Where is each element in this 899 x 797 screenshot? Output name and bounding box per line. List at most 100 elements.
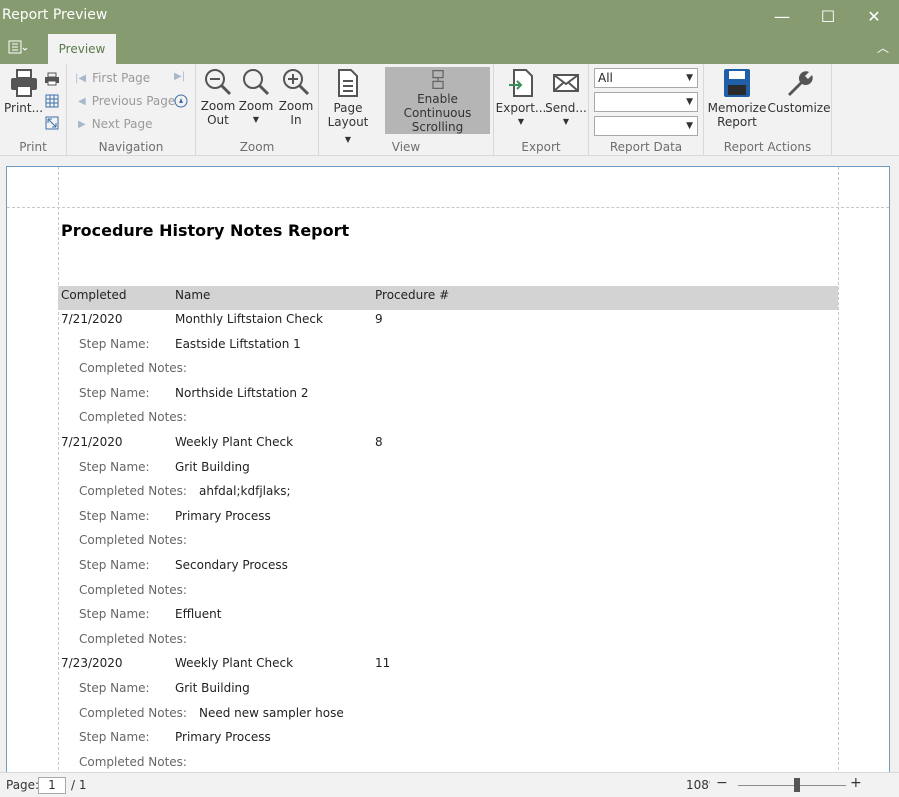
printer-icon: [10, 69, 37, 97]
next-page-icon: ▶: [78, 118, 86, 130]
group-label-print: Print: [19, 140, 47, 154]
report-data-select-3[interactable]: ▼: [594, 116, 698, 136]
quick-print-icon[interactable]: [44, 72, 60, 86]
wrench-icon: [788, 71, 813, 96]
envelope-icon: [553, 74, 579, 92]
group-export: Export... ▼ Send... ▼ Export: [494, 64, 589, 156]
window-title: Report Preview: [2, 7, 108, 23]
zoom-out-icon: [205, 69, 232, 96]
ribbon-tab-strip: Preview ︿: [0, 32, 899, 64]
zoom-percent: 108%: [686, 778, 710, 792]
group-report-data: All ▼ ▼ ▼ Report Data: [589, 64, 704, 156]
completed-notes-label: Completed Notes:: [79, 484, 187, 499]
record-procedure-number: 11: [375, 656, 391, 671]
zoom-in-button[interactable]: Zoom In: [278, 68, 314, 127]
go-to-page-icon[interactable]: [174, 94, 188, 108]
first-page-button[interactable]: |◀ First Page: [75, 71, 150, 85]
group-label-view: View: [391, 140, 421, 154]
group-label-report-data: Report Data: [609, 140, 683, 154]
group-zoom: Zoom Out Zoom ▼ Zoom In Zoom: [196, 64, 319, 156]
group-label-report-actions: Report Actions: [723, 140, 812, 154]
step-name-label: Step Name:: [79, 385, 150, 400]
zoom-in-icon: [283, 69, 310, 96]
page-setup-icon[interactable]: [45, 94, 59, 108]
record-date: 7/23/2020: [61, 656, 123, 671]
export-button[interactable]: Export... ▼: [496, 68, 546, 129]
step-name-value: Secondary Process: [175, 558, 288, 572]
previous-page-button[interactable]: ◀ Previous Page: [78, 94, 175, 108]
minimize-icon: —: [774, 6, 790, 26]
close-icon: ✕: [867, 6, 881, 26]
export-icon: [509, 69, 533, 97]
step-name-value: Primary Process: [175, 508, 271, 523]
group-navigation: |◀ First Page ◀ Previous Page ▶ Next Pag…: [67, 64, 196, 156]
group-label-zoom: Zoom: [239, 140, 275, 154]
report-data-select-2[interactable]: ▼: [594, 92, 698, 112]
zoom-dropdown-button[interactable]: Zoom ▼: [238, 68, 274, 127]
completed-notes-value: Need new sampler hose: [199, 705, 344, 720]
page-layout-button[interactable]: Page Layout ▼: [324, 68, 372, 147]
margin-guide-top: [7, 207, 889, 208]
group-report-actions: Memorize Report Customize Report Actions: [704, 64, 832, 156]
app-menu-button[interactable]: [8, 40, 30, 58]
record-name: Monthly Liftstaion Check: [175, 312, 323, 326]
scale-icon[interactable]: [45, 116, 59, 130]
step-name-value: Grit Building: [175, 459, 250, 474]
record-date: 7/21/2020: [61, 312, 123, 326]
group-label-navigation: Navigation: [98, 140, 164, 154]
previous-page-icon: ◀: [78, 95, 86, 107]
zoom-slider-thumb[interactable]: [794, 778, 801, 792]
save-disk-icon: [724, 69, 750, 97]
completed-notes-label: Completed Notes:: [79, 361, 187, 376]
report-page: Procedure History Notes Report Completed…: [6, 166, 890, 776]
zoom-icon: [243, 69, 270, 96]
step-name-value: Eastside Liftstation 1: [175, 336, 301, 351]
completed-notes-label: Completed Notes:: [79, 631, 187, 646]
page-number-input[interactable]: 1: [38, 777, 66, 794]
send-button[interactable]: Send... ▼: [545, 68, 587, 129]
chevron-down-icon: ▼: [517, 117, 525, 126]
next-page-button[interactable]: ▶ Next Page: [78, 117, 153, 131]
zoom-out-icon[interactable]: −: [716, 775, 728, 791]
maximize-icon: ☐: [820, 6, 836, 26]
completed-notes-value: ahfdal;kdfjlaks;: [199, 484, 291, 499]
group-label-export: Export: [521, 140, 561, 154]
tab-preview[interactable]: Preview: [48, 34, 116, 64]
step-name-label: Step Name:: [79, 730, 150, 745]
step-name-label: Step Name:: [79, 459, 150, 474]
page-total: / 1: [71, 778, 87, 792]
report-data-select-1[interactable]: All ▼: [594, 68, 698, 88]
customize-button[interactable]: Customize: [768, 68, 831, 115]
column-header-completed: Completed: [61, 288, 127, 302]
completed-notes-label: Completed Notes:: [79, 533, 187, 548]
preview-area[interactable]: Procedure History Notes Report Completed…: [0, 156, 899, 776]
completed-notes-label: Completed Notes:: [79, 754, 187, 769]
zoom-slider-track[interactable]: [738, 785, 846, 786]
group-view: Page Layout ▼ Enable Continuous Scrollin…: [319, 64, 494, 156]
print-button[interactable]: Print...: [4, 68, 43, 115]
step-name-label: Step Name:: [79, 336, 150, 351]
completed-notes-label: Completed Notes:: [79, 705, 187, 720]
chevron-down-icon: ▼: [686, 73, 693, 83]
continuous-scrolling-toggle[interactable]: Enable Continuous Scrolling: [385, 67, 490, 134]
ribbon: Print... Print |◀ First Page ◀ Previous …: [0, 64, 899, 156]
record-procedure-number: 9: [375, 312, 383, 326]
page-layout-icon: [338, 69, 358, 97]
zoom-in-icon[interactable]: +: [850, 775, 862, 791]
minimize-button[interactable]: —: [759, 0, 805, 32]
continuous-scrolling-icon: [431, 70, 444, 89]
zoom-out-button[interactable]: Zoom Out: [200, 68, 236, 127]
step-name-value: Effluent: [175, 607, 222, 622]
page-label: Page:: [6, 778, 40, 792]
maximize-button[interactable]: ☐: [805, 0, 851, 32]
close-button[interactable]: ✕: [851, 0, 897, 32]
step-name-value: Primary Process: [175, 730, 271, 745]
chevron-down-icon: ▼: [562, 117, 570, 126]
record-name: Weekly Plant Check: [175, 435, 294, 449]
column-header-name: Name: [175, 288, 211, 302]
last-page-icon[interactable]: ▶|: [174, 71, 185, 82]
step-name-label: Step Name:: [79, 607, 150, 622]
collapse-ribbon-icon[interactable]: ︿: [877, 39, 889, 56]
memorize-report-button[interactable]: Memorize Report: [708, 68, 766, 129]
group-print: Print... Print: [0, 64, 67, 156]
